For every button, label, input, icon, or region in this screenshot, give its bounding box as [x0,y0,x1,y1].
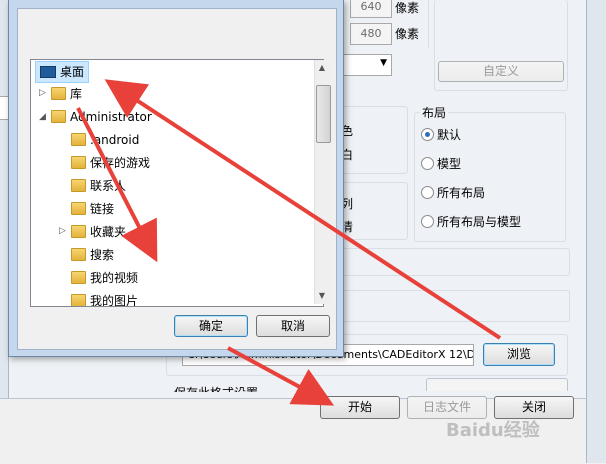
watermark: Baidu经验 [446,420,540,441]
annotation-arrows [76,79,502,406]
arrow-down-tree [76,107,158,263]
arrow-to-start [227,346,335,406]
arrow-to-desktop [104,79,502,340]
